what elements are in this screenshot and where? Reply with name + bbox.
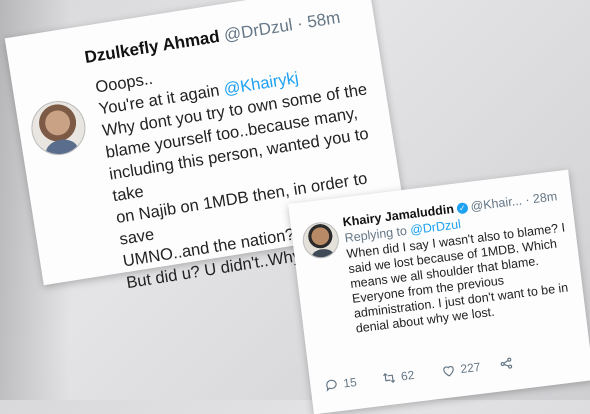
reply-icon bbox=[326, 379, 337, 392]
reply-count: 15 bbox=[342, 374, 358, 391]
share-button[interactable] bbox=[498, 356, 514, 372]
tweet-actions: 15 62 227 bbox=[324, 347, 584, 397]
retweet-icon bbox=[383, 372, 396, 383]
share-icon bbox=[500, 357, 513, 369]
verified-badge-icon: ✓ bbox=[456, 202, 469, 215]
tweet-card-khairy[interactable]: Khairy Jamaluddin ✓ @Khair... · 28m Replyi… bbox=[288, 169, 590, 414]
author-handle[interactable]: @DrDzul bbox=[223, 15, 294, 45]
retweet-button[interactable]: 62 bbox=[381, 368, 415, 386]
avatar[interactable] bbox=[300, 220, 341, 261]
like-button[interactable]: 227 bbox=[441, 360, 481, 379]
retweet-count: 62 bbox=[400, 367, 416, 384]
tweet-time[interactable]: · 28m bbox=[525, 189, 558, 207]
like-count: 227 bbox=[459, 359, 482, 377]
reply-button[interactable]: 15 bbox=[324, 375, 358, 393]
avatar[interactable] bbox=[27, 97, 90, 159]
heart-icon bbox=[443, 365, 454, 377]
author-handle[interactable]: @Khair... bbox=[470, 194, 523, 214]
tweet-time[interactable]: · 58m bbox=[296, 8, 342, 34]
